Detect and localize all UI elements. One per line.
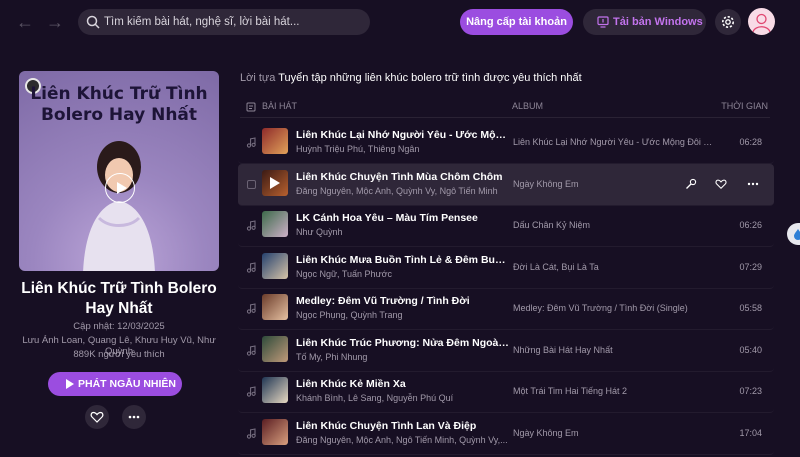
heart-icon[interactable] — [715, 178, 727, 190]
song-title[interactable]: Liên Khúc Trúc Phương: Nửa Đêm Ngoài Phố — [296, 337, 511, 349]
song-row[interactable]: Liên Khúc Chuyện Tình Mùa Chôm Chôm Đăng … — [238, 163, 774, 206]
song-artists[interactable]: Đăng Nguyên, Mộc Anh, Quỳnh Vy, Ngô Tiến… — [296, 186, 511, 196]
song-row[interactable]: Liên Khúc Lại Nhớ Người Yêu - Ước Mộng Đ… — [238, 122, 774, 164]
playlist-updated: Cập nhật: 12/03/2025 — [73, 321, 165, 332]
download-windows-button[interactable]: Tải bản Windows — [583, 9, 706, 35]
gear-icon — [722, 16, 734, 28]
search-input[interactable] — [104, 9, 364, 35]
song-album[interactable]: Ngày Không Em — [513, 428, 713, 438]
heart-icon — [90, 411, 104, 423]
song-album[interactable]: Medley: Đêm Vũ Trường / Tình Đời (Single… — [513, 303, 713, 313]
song-row[interactable]: LK Cánh Hoa Yêu – Màu Tím Pensee Như Quỳn… — [238, 205, 774, 247]
music-note-icon — [246, 137, 256, 148]
song-artists[interactable]: Ngọc Ngữ, Tuấn Phước — [296, 269, 511, 279]
song-duration: 06:28 — [739, 137, 762, 147]
back-arrow-icon[interactable]: ← — [14, 11, 36, 33]
song-thumbnail[interactable] — [262, 211, 288, 237]
song-row[interactable]: Liên Khúc Trúc Phương: Nửa Đêm Ngoài Phố… — [238, 330, 774, 372]
song-duration: 05:58 — [739, 303, 762, 313]
song-album[interactable]: Ngày Không Em — [513, 179, 713, 189]
user-avatar-icon — [752, 13, 771, 33]
song-title[interactable]: Liên Khúc Kẻ Miền Xa — [296, 378, 511, 390]
song-artists[interactable]: Như Quỳnh — [296, 227, 511, 237]
download-label: Tải bản Windows — [613, 16, 703, 28]
microphone-icon[interactable] — [685, 178, 697, 190]
song-row[interactable]: Liên Khúc Mưa Buồn Tỉnh Lẻ & Đêm Buồn...… — [238, 247, 774, 289]
song-title[interactable]: Liên Khúc Mưa Buồn Tỉnh Lẻ & Đêm Buồn... — [296, 254, 511, 266]
song-artists[interactable]: Khánh Bình, Lê Sang, Nguyễn Phú Quí — [296, 393, 511, 403]
song-album[interactable]: Liên Khúc Lại Nhớ Người Yêu - Ước Mộng Đ… — [513, 137, 713, 147]
music-note-icon — [246, 220, 256, 231]
song-thumbnail[interactable] — [262, 335, 288, 362]
song-duration: 07:23 — [739, 386, 762, 396]
song-album[interactable]: Dấu Chân Kỷ Niệm — [513, 220, 713, 230]
song-artists[interactable]: Ngọc Phụng, Quỳnh Trang — [296, 310, 511, 320]
play-random-button[interactable]: PHÁT NGẪU NHIÊN — [48, 372, 182, 396]
music-note-icon — [246, 427, 256, 439]
song-title[interactable]: Liên Khúc Lại Nhớ Người Yêu - Ước Mộng Đ… — [296, 129, 511, 141]
column-time: THỜI GIAN — [721, 101, 768, 111]
music-note-icon — [246, 303, 256, 314]
playlist-likes: 889K người yêu thích — [73, 349, 165, 360]
cover-play-icon[interactable] — [105, 173, 135, 203]
row-checkbox[interactable] — [247, 179, 256, 189]
upgrade-account-button[interactable]: Nâng cấp tài khoản — [460, 9, 573, 35]
droplet-icon — [794, 229, 800, 240]
song-artists[interactable]: Huỳnh Triệu Phú, Thiêng Ngân — [296, 144, 511, 154]
more-dots-icon[interactable] — [746, 178, 760, 190]
song-artists[interactable]: Đăng Nguyên, Mộc Anh, Ngô Tiến Minh, Quỳ… — [296, 435, 511, 445]
more-dots-icon — [128, 415, 140, 419]
song-thumbnail[interactable] — [262, 294, 288, 320]
play-icon[interactable] — [270, 176, 280, 189]
intro-prefix: Lời tựa — [240, 72, 276, 84]
download-monitor-icon — [597, 16, 609, 28]
song-duration: 07:29 — [739, 261, 762, 272]
song-album[interactable]: Những Bài Hát Hay Nhất — [513, 345, 713, 355]
cover-title: Liên Khúc Trữ Tình Bolero Hay Nhất — [30, 84, 208, 125]
settings-button[interactable] — [715, 9, 741, 35]
music-note-icon — [246, 386, 256, 397]
song-row[interactable]: Liên Khúc Kẻ Miền Xa Khánh Bình, Lê Sang,… — [238, 371, 774, 413]
more-options-button[interactable] — [122, 405, 146, 429]
song-thumbnail[interactable] — [262, 377, 288, 403]
favorite-button[interactable] — [85, 405, 109, 429]
forward-arrow-icon[interactable]: → — [44, 11, 66, 33]
search-icon — [86, 15, 100, 29]
sort-icon[interactable] — [246, 102, 256, 112]
top-bar: ← → Nâng cấp tài khoản Tải bản Windows — [0, 0, 800, 44]
song-title[interactable]: LK Cánh Hoa Yêu – Màu Tím Pensee — [296, 212, 511, 224]
music-note-icon — [246, 344, 256, 356]
playlist-intro: Lời tựa Tuyển tập những liên khúc bolero… — [240, 72, 582, 84]
side-drawer-tab[interactable] — [787, 223, 800, 245]
search-box[interactable] — [78, 9, 370, 35]
column-album: ALBUM — [512, 101, 544, 111]
playlist-cover[interactable]: Liên Khúc Trữ Tình Bolero Hay Nhất — [19, 71, 219, 271]
column-song: BÀI HÁT — [262, 101, 298, 111]
intro-text: Tuyển tập những liên khúc bolero trữ tìn… — [278, 72, 582, 84]
song-row[interactable]: Liên Khúc Chuyện Tình Lan Và Điệp Đăng Ng… — [238, 413, 774, 455]
song-thumbnail[interactable] — [262, 128, 288, 154]
music-note-icon — [246, 261, 256, 273]
song-duration: 06:26 — [739, 220, 762, 230]
song-album[interactable]: Đời Là Cát, Bụi Là Ta — [513, 262, 713, 272]
song-list-header: BÀI HÁT ALBUM THỜI GIAN — [240, 98, 770, 118]
playlist-title: Liên Khúc Trữ Tình Bolero Hay Nhất — [21, 280, 217, 317]
song-title[interactable]: Liên Khúc Chuyện Tình Lan Và Điệp — [296, 420, 511, 432]
song-thumbnail[interactable] — [262, 252, 288, 279]
song-row[interactable]: Medley: Đêm Vũ Trường / Tình Đời Ngọc Phụ… — [238, 288, 774, 330]
song-album[interactable]: Một Trái Tim Hai Tiếng Hát 2 — [513, 386, 713, 396]
song-title[interactable]: Liên Khúc Chuyện Tình Mùa Chôm Chôm — [296, 171, 511, 183]
song-duration: 05:40 — [739, 344, 762, 355]
song-title[interactable]: Medley: Đêm Vũ Trường / Tình Đời — [296, 295, 511, 307]
song-duration: 17:04 — [739, 427, 762, 438]
song-thumbnail[interactable] — [262, 418, 288, 445]
song-artists[interactable]: Tố My, Phi Nhung — [296, 352, 511, 362]
song-thumbnail[interactable] — [262, 169, 288, 196]
user-avatar[interactable] — [748, 8, 775, 35]
